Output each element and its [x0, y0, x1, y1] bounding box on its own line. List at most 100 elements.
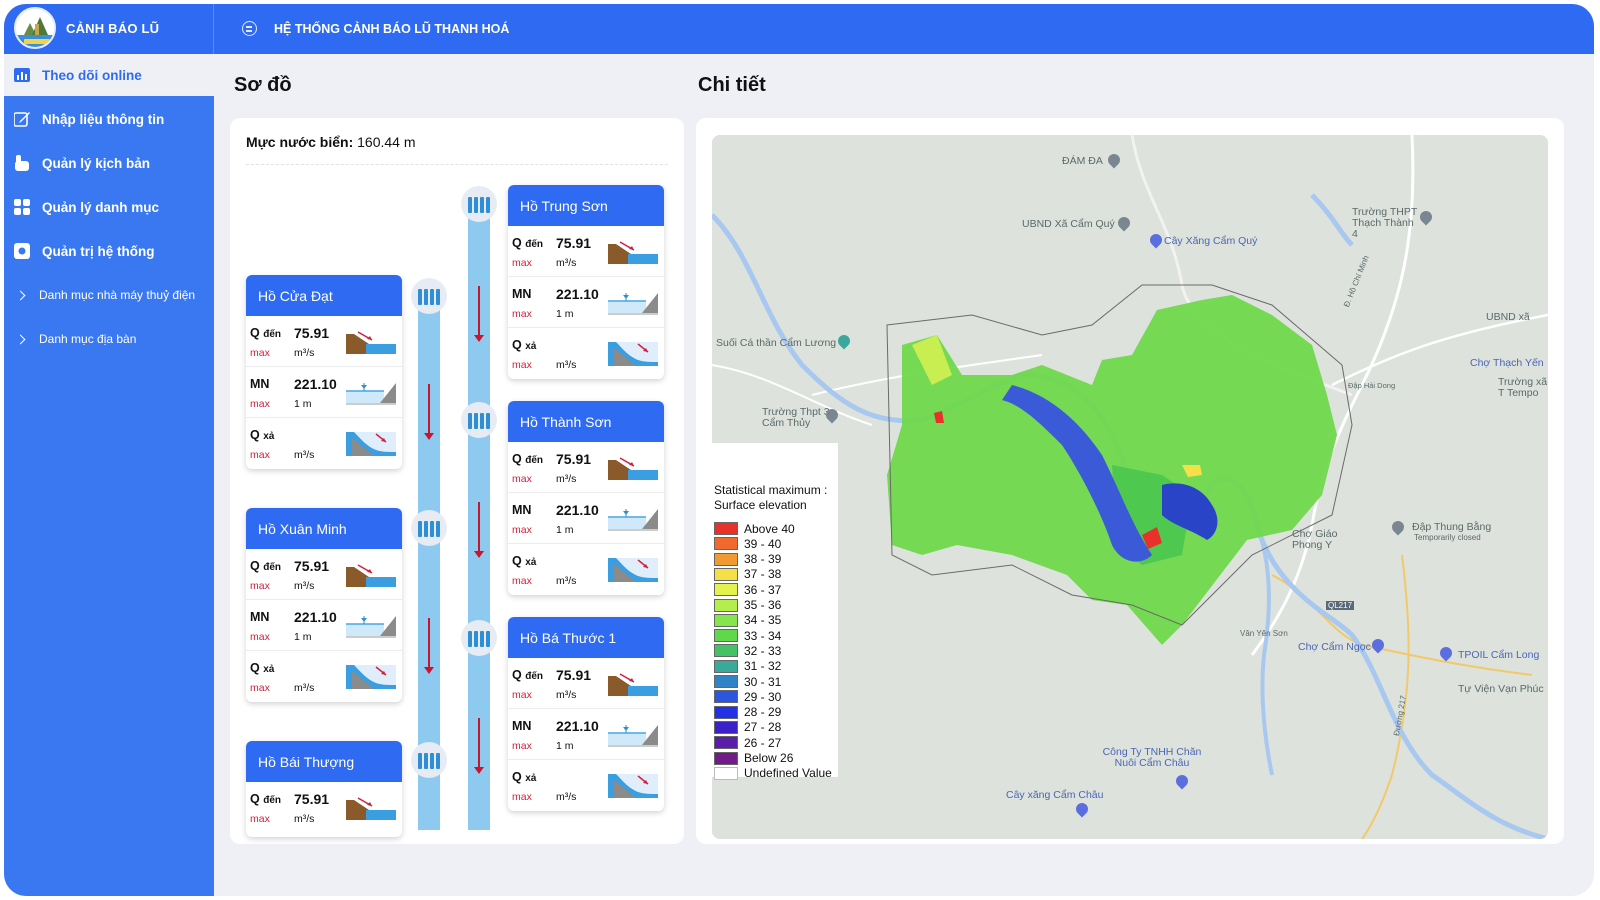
dam-icon	[461, 620, 497, 656]
legend-item: 31 - 32	[714, 659, 781, 674]
legend-label: 34 - 35	[744, 613, 782, 628]
brand[interactable]: CẢNH BÁO LŨ	[4, 4, 214, 54]
legend-item: 28 - 29	[714, 705, 781, 720]
chevron-right-icon	[15, 334, 26, 344]
station-card[interactable]: Hồ Cửa Đạt Q đến max 75.91 m³/s MN max 221.10 1 …	[246, 275, 402, 469]
station-row: Q xả max m³/s	[508, 328, 664, 379]
legend-label: 31 - 32	[744, 659, 782, 674]
sidebar-item-scenarios[interactable]: Quản lý kịch bản	[4, 142, 214, 184]
station-row: MN max 221.10 1 m	[246, 600, 402, 651]
legend-label: Below 26	[744, 751, 794, 765]
max-label: max	[512, 257, 532, 269]
max-label: max	[512, 359, 532, 371]
map-label: Công Ty TNHH Chăn Nuôi Cẩm Châu	[1102, 746, 1202, 769]
q-out-label: Q xả	[250, 428, 275, 442]
legend-item: Undefined Value	[714, 766, 832, 781]
map-label: Suối Cá thần Cẩm Lương	[716, 337, 837, 349]
sidebar-item-label: Theo dõi online	[42, 67, 142, 83]
max-label: max	[512, 689, 532, 701]
legend-label: Above 40	[744, 521, 795, 536]
diagram-title: Sơ đồ	[234, 74, 292, 96]
legend-swatch	[714, 522, 738, 535]
legend-label: 30 - 31	[744, 674, 782, 689]
detail-card: ĐÁM ĐA UBND Xã Cẩm Quý Cây Xăng Cẩm Quý …	[696, 118, 1564, 844]
water-level-value: 221.10	[556, 286, 599, 302]
station-card[interactable]: Hồ Bái Thượng Q đến max 75.91 m³/s	[246, 741, 402, 837]
sidebar-item-label: Danh mục nhà máy thuỷ điện	[39, 288, 196, 302]
max-label: max	[250, 347, 270, 359]
station-card[interactable]: Hồ Thành Sơn Q đến max 75.91 m³/s MN max 221.10…	[508, 401, 664, 595]
legend-item: 27 - 28	[714, 720, 781, 735]
unit-label: 1 m	[294, 398, 312, 410]
outflow-icon	[608, 770, 658, 798]
sidebar-item-system-admin[interactable]: Quản trị hệ thống	[4, 230, 214, 272]
q-in-label: Q đến	[512, 452, 543, 466]
water-level-icon	[346, 377, 396, 405]
map-label: Tự Viện Vạn Phúc	[1458, 683, 1544, 695]
q-in-value: 75.91	[294, 558, 330, 574]
q-out-label: Q xả	[512, 770, 537, 784]
sidebar-item-hydropower-plants[interactable]: Danh mục nhà máy thuỷ điện	[4, 274, 214, 316]
legend-label: 32 - 33	[744, 643, 782, 658]
sidebar-item-label: Nhập liệu thông tin	[42, 111, 165, 127]
inflow-icon	[346, 792, 396, 820]
water-level-icon	[608, 287, 658, 315]
station-row: Q xả max m³/s	[246, 418, 402, 469]
water-level-label: MN	[512, 287, 532, 301]
sidebar-item-categories[interactable]: Quản lý danh mục	[4, 186, 214, 228]
station-card[interactable]: Hồ Xuân Minh Q đến max 75.91 m³/s MN max 221.10…	[246, 508, 402, 702]
sidebar-item-monitor-online[interactable]: Theo dõi online	[4, 54, 214, 96]
map-label: QL217	[1326, 601, 1355, 610]
water-level-value: 221.10	[294, 376, 337, 392]
legend-item: 35 - 36	[714, 598, 781, 613]
water-level-value: 221.10	[556, 718, 599, 734]
sidebar-item-label: Quản lý kịch bản	[42, 155, 151, 171]
legend-item: 32 - 33	[714, 643, 781, 658]
menu-toggle-icon[interactable]	[242, 21, 257, 36]
station-row: Q đến max 75.91 m³/s	[246, 316, 402, 367]
map-label: TPOIL Cẩm Long	[1458, 649, 1540, 661]
inflow-icon	[608, 236, 658, 264]
legend-label: 39 - 40	[744, 536, 782, 551]
diagram-card: Mực nước biển: 160.44 m Hồ Trung Sơn Q đế…	[230, 118, 684, 844]
outflow-icon	[346, 661, 396, 689]
station-row: Q xả max m³/s	[508, 760, 664, 811]
station-name: Hồ Bái Thượng	[246, 741, 402, 782]
station-card[interactable]: Hồ Bá Thước 1 Q đến max 75.91 m³/s MN max 221.1…	[508, 617, 664, 811]
legend-item: 39 - 40	[714, 536, 781, 551]
page-title: HỆ THỐNG CẢNH BÁO LŨ THANH HOÁ	[274, 22, 510, 36]
station-row: MN max 221.10 1 m	[508, 709, 664, 760]
legend-swatch	[714, 567, 738, 581]
top-bar: CẢNH BÁO LŨ HỆ THỐNG CẢNH BÁO LŨ THANH H…	[4, 4, 1594, 54]
legend-label: 28 - 29	[744, 705, 782, 720]
max-label: max	[250, 682, 270, 694]
legend-item: 37 - 38	[714, 567, 781, 582]
sidebar-item-label: Quản trị hệ thống	[42, 243, 155, 259]
sidebar-item-data-entry[interactable]: Nhập liệu thông tin	[4, 98, 214, 140]
station-row: MN max 221.10 1 m	[508, 277, 664, 328]
max-label: max	[512, 791, 532, 803]
brand-title: CẢNH BÁO LŨ	[66, 21, 160, 36]
unit-label: m³/s	[556, 359, 577, 371]
inflow-icon	[346, 559, 396, 587]
map-label: Vân Yên Sơn	[1240, 629, 1288, 638]
gear-icon	[13, 243, 31, 259]
legend-swatch	[714, 537, 738, 551]
legend-swatch	[714, 644, 738, 658]
legend-item: 33 - 34	[714, 628, 781, 643]
sidebar-item-areas[interactable]: Danh mục địa bàn	[4, 318, 214, 360]
legend-label: 27 - 28	[744, 720, 782, 735]
station-card[interactable]: Hồ Trung Sơn Q đến max 75.91 m³/s MN max 221.10…	[508, 185, 664, 379]
flood-map[interactable]: ĐÁM ĐA UBND Xã Cẩm Quý Cây Xăng Cẩm Quý …	[712, 135, 1548, 839]
divider	[246, 164, 668, 165]
unit-label: m³/s	[294, 347, 315, 359]
station-row: Q xả max m³/s	[508, 544, 664, 595]
map-label: Chợ Thạch Yến	[1470, 357, 1544, 369]
legend-label: 33 - 34	[744, 628, 782, 643]
legend-label: 36 - 37	[744, 582, 782, 597]
legend-swatch	[714, 598, 738, 612]
unit-label: m³/s	[556, 575, 577, 587]
max-label: max	[250, 449, 270, 461]
q-in-label: Q đến	[250, 792, 281, 806]
legend-item: 30 - 31	[714, 674, 781, 689]
